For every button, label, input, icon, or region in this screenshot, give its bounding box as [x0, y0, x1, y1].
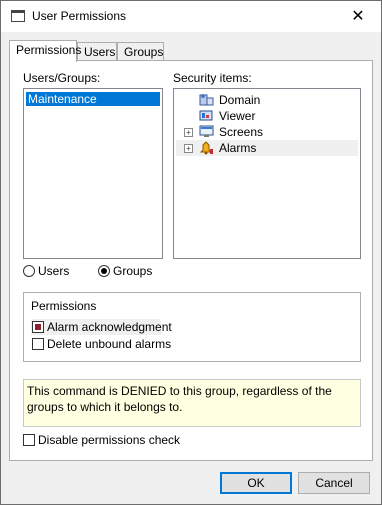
permissions-group: Permissions Alarm acknowledgment Delete … — [23, 292, 361, 362]
security-items-label: Security items: — [173, 71, 252, 85]
tree-item-label: Alarms — [219, 141, 257, 155]
security-items-tree[interactable]: Domain Viewer + Screens + Alarms — [173, 88, 361, 259]
window-title: User Permissions — [32, 9, 127, 23]
window-icon — [11, 10, 25, 22]
delete-unbound-alarms-label[interactable]: Delete unbound alarms — [47, 336, 171, 352]
tree-item-alarms[interactable]: + Alarms — [176, 140, 358, 156]
tree-item-domain[interactable]: Domain — [176, 92, 358, 108]
groups-radio-label[interactable]: Groups — [113, 264, 152, 278]
permissions-group-title: Permissions — [31, 299, 97, 313]
user-permissions-dialog: User Permissions ✕ Permissions Users Gro… — [0, 0, 382, 505]
users-groups-label: Users/Groups: — [23, 71, 101, 85]
alarm-acknowledgment-label[interactable]: Alarm acknowledgment — [47, 319, 172, 335]
alarm-acknowledgment-checkbox[interactable] — [32, 321, 44, 333]
disable-permissions-check-checkbox[interactable] — [23, 434, 35, 446]
button-bar: OK Cancel — [1, 463, 381, 504]
domain-icon — [199, 94, 214, 106]
expand-icon[interactable]: + — [184, 128, 193, 137]
groups-radio[interactable] — [98, 265, 110, 277]
tree-item-screens[interactable]: + Screens — [176, 124, 358, 140]
permission-info-text: This command is DENIED to this group, re… — [23, 379, 361, 427]
tab-users[interactable]: Users — [77, 42, 117, 61]
delete-unbound-alarms-row[interactable]: Delete unbound alarms — [31, 336, 171, 352]
tree-item-viewer[interactable]: Viewer — [176, 108, 358, 124]
alarms-icon — [199, 141, 213, 155]
title-bar: User Permissions ✕ — [1, 1, 381, 32]
screens-icon — [199, 125, 214, 137]
users-radio[interactable] — [23, 265, 35, 277]
cancel-button[interactable]: Cancel — [298, 472, 370, 494]
users-groups-list[interactable]: Maintenance — [23, 88, 163, 259]
close-button[interactable]: ✕ — [335, 1, 381, 32]
alarm-acknowledgment-row[interactable]: Alarm acknowledgment — [31, 319, 172, 335]
tree-item-label: Screens — [219, 125, 264, 139]
list-item-maintenance[interactable]: Maintenance — [26, 92, 160, 106]
delete-unbound-alarms-checkbox[interactable] — [32, 338, 44, 350]
tree-item-label: Viewer — [219, 109, 256, 123]
ok-button[interactable]: OK — [220, 472, 292, 494]
viewer-icon — [199, 110, 213, 121]
expand-icon[interactable]: + — [184, 144, 193, 153]
tab-groups[interactable]: Groups — [117, 42, 164, 61]
users-radio-label[interactable]: Users — [38, 264, 69, 278]
tab-permissions[interactable]: Permissions — [9, 40, 81, 62]
disable-permissions-check-label[interactable]: Disable permissions check — [38, 433, 180, 447]
tree-item-label: Domain — [219, 93, 261, 107]
